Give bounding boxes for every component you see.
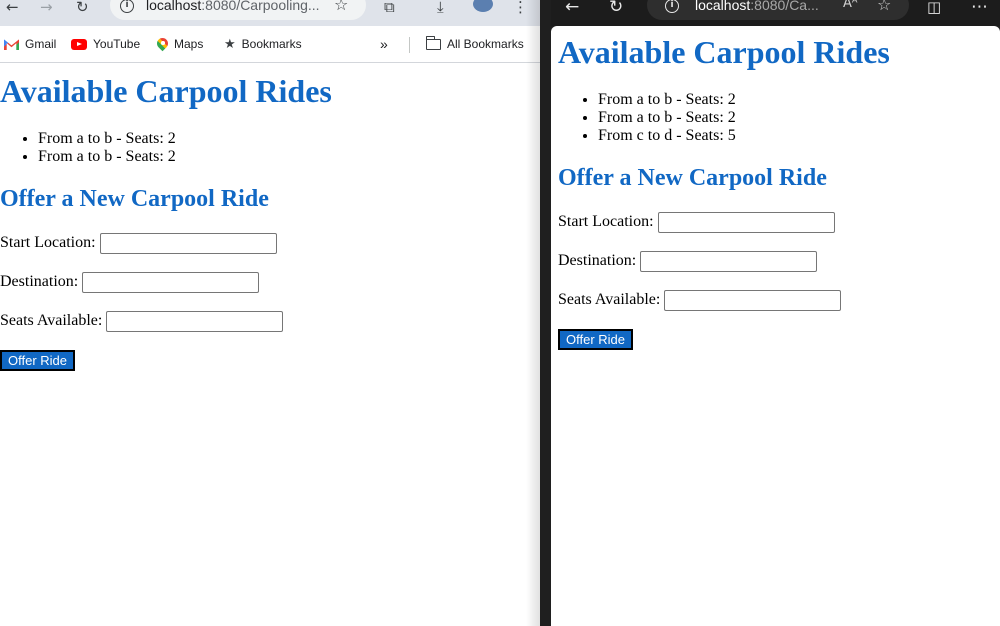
gmail-icon [4,39,19,50]
offer-ride-button[interactable]: Offer Ride [558,329,634,350]
back-icon[interactable]: ← [6,0,19,16]
page-content: Available Carpool Rides From a to b - Se… [0,64,540,626]
bookmarks-divider [409,37,410,53]
edge-toolbar: ← ↻ i localhost:8080/Ca... Aᴬ ☆ ◫ ⋯ [551,0,1000,26]
start-location-row: Start Location: [558,211,835,233]
window-divider [540,0,551,626]
start-location-label: Start Location: [0,234,96,251]
start-location-input[interactable] [99,232,277,254]
reload-icon[interactable]: ↻ [76,0,89,16]
site-info-icon[interactable]: i [665,0,679,13]
address-bar[interactable]: i localhost:8080/Ca... Aᴬ ☆ [647,0,909,20]
maps-icon [157,38,168,52]
chrome-window: ← → ↻ i localhost:8080/Carpooling... ☆ ⧉… [0,0,540,626]
bookmarks-overflow-button[interactable]: » [380,36,388,52]
seats-label: Seats Available: [558,291,661,308]
bookmark-star-icon[interactable]: ☆ [334,0,348,14]
ride-item: From a to b - Seats: 2 [38,148,176,166]
split-screen-icon[interactable]: ◫ [927,0,941,18]
destination-input[interactable] [640,250,818,272]
destination-label: Destination: [558,252,637,269]
destination-label: Destination: [0,273,79,290]
bookmark-bookmarks[interactable]: ★ Bookmarks [224,36,302,52]
destination-row: Destination: [558,250,818,272]
url-text[interactable]: localhost:8080/Carpooling... [146,0,320,13]
youtube-icon [71,39,87,51]
window-shadow [526,0,540,626]
favorite-star-icon[interactable]: ☆ [877,0,891,14]
ride-item: From c to d - Seats: 5 [598,127,736,145]
destination-input[interactable] [82,271,260,293]
start-location-row: Start Location: [0,232,277,254]
seats-row: Seats Available: [0,310,284,332]
page-content: Available Carpool Rides From a to b - Se… [551,26,1000,626]
star-icon: ★ [224,36,236,52]
bookmark-youtube[interactable]: YouTube [71,36,140,52]
seats-input[interactable] [106,310,284,332]
page-title: Available Carpool Rides [0,73,332,109]
forward-icon[interactable]: → [40,0,53,16]
site-info-icon[interactable]: i [120,0,134,13]
read-aloud-icon[interactable]: Aᴬ [843,0,858,11]
download-icon[interactable]: ⤓ [437,0,444,16]
ride-item: From a to b - Seats: 2 [598,91,736,109]
form-title: Offer a New Carpool Ride [0,186,269,212]
bookmark-maps[interactable]: Maps [157,36,203,52]
more-options-icon[interactable]: ⋯ [971,0,988,18]
seats-input[interactable] [664,289,842,311]
seats-label: Seats Available: [0,312,103,329]
form-title: Offer a New Carpool Ride [558,165,827,191]
ride-item: From a to b - Seats: 2 [38,130,176,148]
folder-icon [425,36,441,51]
back-icon[interactable]: ← [565,0,579,18]
offer-ride-button[interactable]: Offer Ride [0,350,76,371]
chrome-toolbar: ← → ↻ i localhost:8080/Carpooling... ☆ ⧉… [0,0,540,26]
url-text[interactable]: localhost:8080/Ca... [695,0,819,13]
start-location-label: Start Location: [558,213,654,230]
all-bookmarks-button[interactable]: All Bookmarks [425,36,524,52]
start-location-input[interactable] [657,211,835,233]
ride-item: From a to b - Seats: 2 [598,109,736,127]
page-title: Available Carpool Rides [558,34,890,70]
reload-icon[interactable]: ↻ [609,0,623,18]
seats-row: Seats Available: [558,289,842,311]
profile-avatar[interactable] [473,0,493,12]
bookmark-gmail[interactable]: Gmail [4,36,56,52]
address-bar[interactable]: i localhost:8080/Carpooling... ☆ [110,0,366,20]
edge-window: ← ↻ i localhost:8080/Ca... Aᴬ ☆ ◫ ⋯ Avai… [551,0,1000,626]
destination-row: Destination: [0,271,260,293]
extensions-icon[interactable]: ⧉ [384,0,395,16]
rides-list: From a to b - Seats: 2 From a to b - Sea… [560,91,736,145]
bookmarks-bar: Gmail YouTube Maps ★ Bookmarks » All Book… [0,26,540,63]
rides-list: From a to b - Seats: 2 From a to b - Sea… [0,130,176,166]
